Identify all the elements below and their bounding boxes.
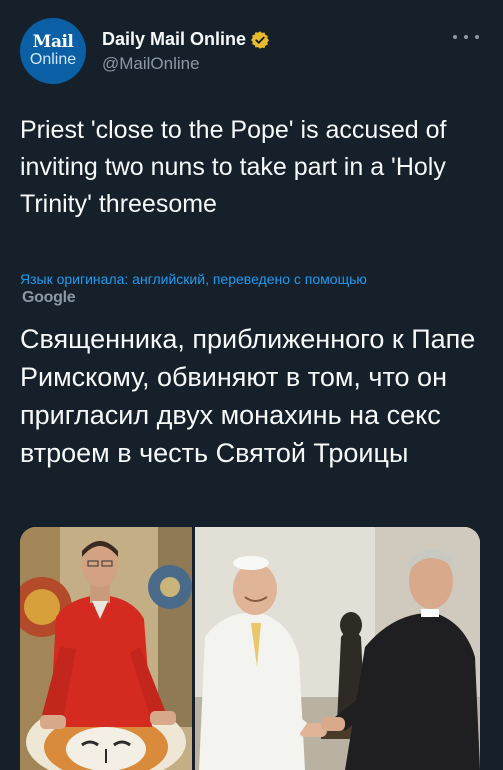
verified-badge-icon bbox=[250, 30, 270, 50]
tweet-text: Priest 'close to the Pope' is accused of… bbox=[20, 116, 447, 218]
photo-priest-with-mosaic[interactable] bbox=[20, 527, 192, 770]
author-handle[interactable]: @MailOnline bbox=[102, 54, 270, 74]
more-options-icon[interactable] bbox=[453, 30, 479, 44]
tweet-header: Mail Online Daily Mail Online @MailOnlin… bbox=[20, 18, 483, 84]
author-display-name[interactable]: Daily Mail Online bbox=[102, 29, 246, 50]
translated-tweet-text: Священника, приближенного к Папе Римском… bbox=[20, 324, 476, 468]
avatar[interactable]: Mail Online bbox=[20, 18, 86, 84]
media-grid bbox=[20, 527, 480, 770]
translation-note-link[interactable]: Язык оригинала: английский, переведено с… bbox=[20, 271, 480, 288]
avatar-logo-line1: Mail bbox=[32, 31, 74, 52]
photo-pope-handshake[interactable] bbox=[195, 527, 480, 770]
avatar-logo-line2: Online bbox=[29, 50, 77, 68]
translation-provider: Google bbox=[22, 289, 76, 306]
author-names: Daily Mail Online @MailOnline bbox=[102, 29, 270, 74]
